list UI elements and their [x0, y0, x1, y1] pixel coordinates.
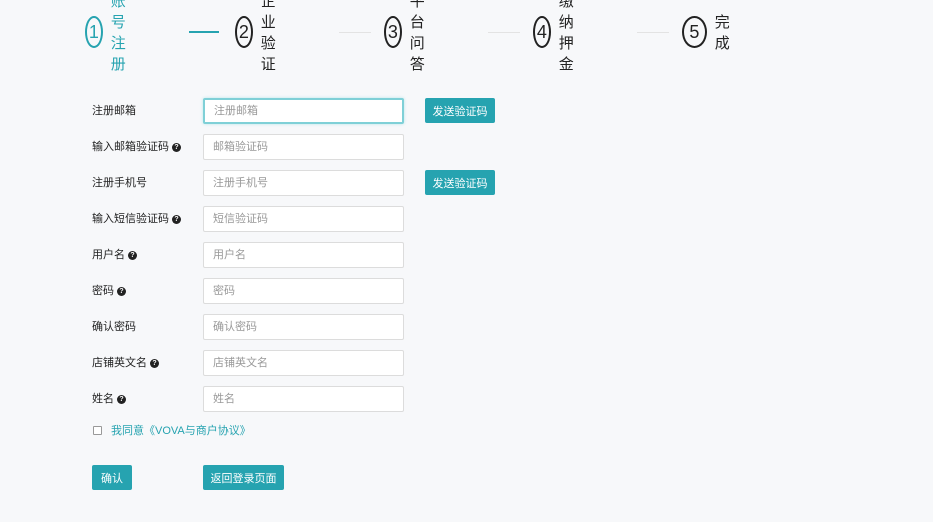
step-2-number: 2: [235, 16, 253, 48]
email-code-label: 输入邮箱验证码?: [92, 134, 181, 160]
step-5-label: 完成: [714, 14, 730, 52]
phone-input[interactable]: [203, 170, 404, 196]
agreement-link[interactable]: 我同意《VOVA与商户协议》: [111, 422, 251, 438]
phone-label: 注册手机号: [92, 177, 147, 189]
step-4: 4 缴纳押金: [533, 0, 588, 73]
help-icon[interactable]: ?: [150, 358, 159, 368]
back-to-login-button[interactable]: 返回登录页面: [203, 465, 284, 490]
password-label: 密码?: [92, 278, 126, 304]
username-input[interactable]: [203, 242, 404, 268]
sms-code-input[interactable]: [203, 206, 404, 232]
step-5-number: 5: [682, 16, 707, 48]
step-3-label: 平台问答: [409, 0, 425, 73]
store-name-label: 店铺英文名?: [92, 350, 159, 376]
send-sms-code-button[interactable]: 发送验证码: [425, 170, 495, 195]
step-2-label: 企业验证: [260, 0, 276, 73]
step-3: 3 平台问答: [384, 0, 439, 73]
email-code-input[interactable]: [203, 134, 404, 160]
password-input[interactable]: [203, 278, 404, 304]
agreement-row: 我同意《VOVA与商户协议》: [93, 423, 251, 437]
confirm-password-input[interactable]: [203, 314, 404, 340]
step-1-number: 1: [85, 16, 103, 48]
confirm-button[interactable]: 确认: [92, 465, 132, 490]
store-name-input[interactable]: [203, 350, 404, 376]
step-connector: [189, 31, 219, 33]
step-connector: [488, 32, 520, 33]
step-4-number: 4: [533, 16, 551, 48]
step-3-number: 3: [384, 16, 402, 48]
confirm-password-label: 确认密码: [92, 321, 136, 333]
sms-code-label: 输入短信验证码?: [92, 206, 181, 232]
email-label: 注册邮箱: [92, 105, 136, 117]
step-connector: [637, 32, 669, 33]
name-input[interactable]: [203, 386, 404, 412]
help-icon[interactable]: ?: [117, 286, 126, 296]
help-icon[interactable]: ?: [117, 394, 126, 404]
username-label: 用户名?: [92, 242, 137, 268]
help-icon[interactable]: ?: [128, 250, 137, 260]
step-connector: [339, 32, 371, 33]
agreement-checkbox[interactable]: [93, 425, 102, 435]
step-4-label: 缴纳押金: [558, 0, 574, 73]
step-2: 2 企业验证: [235, 0, 290, 73]
help-icon[interactable]: ?: [172, 142, 181, 152]
name-label: 姓名?: [92, 386, 126, 412]
step-1-label: 账号注册: [110, 0, 126, 73]
step-1: 1 账号注册: [85, 0, 140, 73]
send-email-code-button[interactable]: 发送验证码: [425, 98, 495, 123]
step-5: 5 完成: [682, 14, 737, 52]
email-input[interactable]: [203, 98, 404, 124]
help-icon[interactable]: ?: [172, 214, 181, 224]
